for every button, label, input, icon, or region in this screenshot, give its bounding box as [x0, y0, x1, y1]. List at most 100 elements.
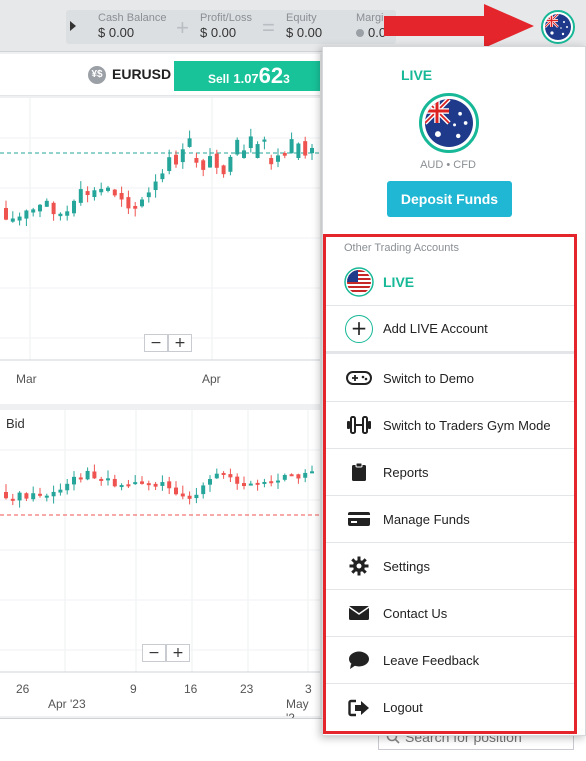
candle-mark	[208, 475, 212, 492]
candlestick-chart-bottom	[0, 410, 320, 673]
candle-mark	[160, 475, 165, 491]
other-accounts-header: Other Trading Accounts	[344, 242, 459, 254]
candle-mark	[303, 136, 308, 159]
account-flag-button[interactable]	[541, 10, 575, 44]
menu-item-settings[interactable]: Settings	[326, 543, 574, 590]
menu-item-label: Logout	[383, 700, 423, 715]
candle-mark	[282, 151, 287, 159]
menu-item-contact-us[interactable]: Contact Us	[326, 590, 574, 637]
x-axis-label-mar: Mar	[16, 372, 37, 386]
zoom-controls-bottom: − +	[142, 644, 190, 662]
instrument-symbol[interactable]: EURUSD	[112, 66, 171, 82]
menu-item-logout[interactable]: Logout	[326, 684, 574, 731]
candle-mark	[126, 480, 131, 488]
candle-mark	[201, 482, 206, 499]
candle-mark	[78, 473, 83, 483]
candle-mark	[146, 480, 151, 491]
candle-mark	[235, 137, 240, 156]
candle-mark	[85, 186, 90, 203]
candle-mark	[85, 467, 90, 481]
currency-icon: ¥$	[88, 66, 106, 84]
zoom-in-button[interactable]: +	[168, 334, 192, 352]
zoom-out-button[interactable]: −	[142, 644, 166, 662]
candle-mark	[4, 200, 8, 221]
x-axis-label: 26	[16, 682, 30, 696]
deposit-funds-button[interactable]: Deposit Funds	[387, 181, 512, 217]
menu-item-leave-feedback[interactable]: Leave Feedback	[326, 637, 574, 684]
candle-mark	[140, 197, 144, 208]
candle-mark	[140, 476, 144, 485]
candle-mark	[221, 164, 226, 178]
candle-mark	[10, 493, 15, 506]
menu-item-reports[interactable]: Reports	[326, 449, 574, 496]
candle-mark	[17, 491, 22, 508]
expand-arrow-icon[interactable]	[70, 21, 76, 31]
candle-mark	[228, 468, 233, 483]
candle-mark	[38, 203, 42, 218]
menu-item-label: Switch to Traders Gym Mode	[383, 417, 551, 433]
menu-item-label: Reports	[383, 464, 429, 480]
red-annotation-arrow	[384, 4, 534, 48]
candle-mark	[269, 475, 274, 487]
candlestick-chart-top	[0, 98, 320, 361]
profit-loss: Profit/Loss $ 0.00	[200, 12, 252, 40]
candle-mark	[31, 486, 36, 502]
candle-mark	[65, 205, 70, 221]
menu-item-add-live-account[interactable]: + Add LIVE Account	[326, 306, 574, 354]
candle-mark	[78, 181, 83, 206]
candle-mark	[112, 474, 117, 488]
menu-item-label: Leave Feedback	[383, 652, 480, 668]
candle-mark	[248, 480, 253, 486]
candle-mark	[255, 479, 260, 491]
dumbbell-icon	[344, 416, 374, 434]
price-chart-bottom[interactable]: Bid − + 26 9 16 23 3 Apr '23 May '2	[0, 410, 320, 725]
candle-mark	[214, 468, 219, 479]
x-axis-label: 3	[305, 682, 312, 696]
candle-mark	[242, 476, 246, 490]
top-bar: Cash Balance $ 0.00 + Profit/Loss $ 0.00…	[0, 0, 586, 52]
candle-mark	[221, 471, 226, 479]
candle-mark	[187, 130, 192, 148]
other-accounts-menu: Other Trading Accounts LIVE + Add LIVE A…	[323, 234, 577, 734]
menu-item-traders-gym[interactable]: Switch to Traders Gym Mode	[326, 402, 574, 449]
candle-mark	[126, 190, 131, 214]
candle-mark	[153, 174, 158, 198]
candle-mark	[10, 211, 15, 223]
price-chart-top[interactable]: − + Mar Apr	[0, 98, 320, 404]
candle-mark	[4, 484, 8, 500]
candle-mark	[248, 128, 253, 153]
candle-mark	[51, 201, 56, 221]
menu-item-label: Contact Us	[383, 605, 448, 621]
clipboard-icon	[344, 462, 374, 482]
candle-mark	[289, 132, 294, 154]
x-axis-label-apr: Apr	[202, 372, 221, 386]
candle-mark	[201, 158, 206, 177]
australia-flag-icon	[545, 14, 571, 40]
profit-loss-value: $ 0.00	[200, 25, 237, 40]
plus-operator: +	[176, 15, 189, 40]
candle-mark	[72, 471, 76, 491]
zoom-in-button[interactable]: +	[166, 644, 190, 662]
zoom-out-button[interactable]: −	[144, 334, 168, 352]
margin-label: Margi	[356, 12, 384, 24]
menu-item-switch-to-demo[interactable]: Switch to Demo	[326, 355, 574, 402]
candle-mark	[303, 469, 308, 483]
comment-icon	[344, 650, 374, 670]
candle-mark	[133, 201, 138, 217]
menu-item-manage-funds[interactable]: Manage Funds	[326, 496, 574, 543]
sell-button[interactable]: Sell 1.07623	[174, 61, 320, 91]
candle-mark	[65, 478, 70, 495]
logout-icon	[344, 699, 374, 717]
menu-item-label: LIVE	[383, 274, 415, 290]
zoom-controls-top: − +	[144, 334, 192, 352]
candle-mark	[146, 187, 151, 203]
us-flag-icon	[344, 267, 374, 297]
candle-mark	[310, 465, 314, 474]
menu-item-live-account[interactable]: LIVE	[326, 259, 574, 306]
candle-mark	[44, 198, 49, 208]
candle-mark	[119, 186, 124, 207]
candle-mark	[24, 209, 29, 227]
candle-mark	[242, 144, 246, 159]
candle-mark	[99, 476, 104, 486]
plus-circle-icon: +	[345, 314, 373, 343]
